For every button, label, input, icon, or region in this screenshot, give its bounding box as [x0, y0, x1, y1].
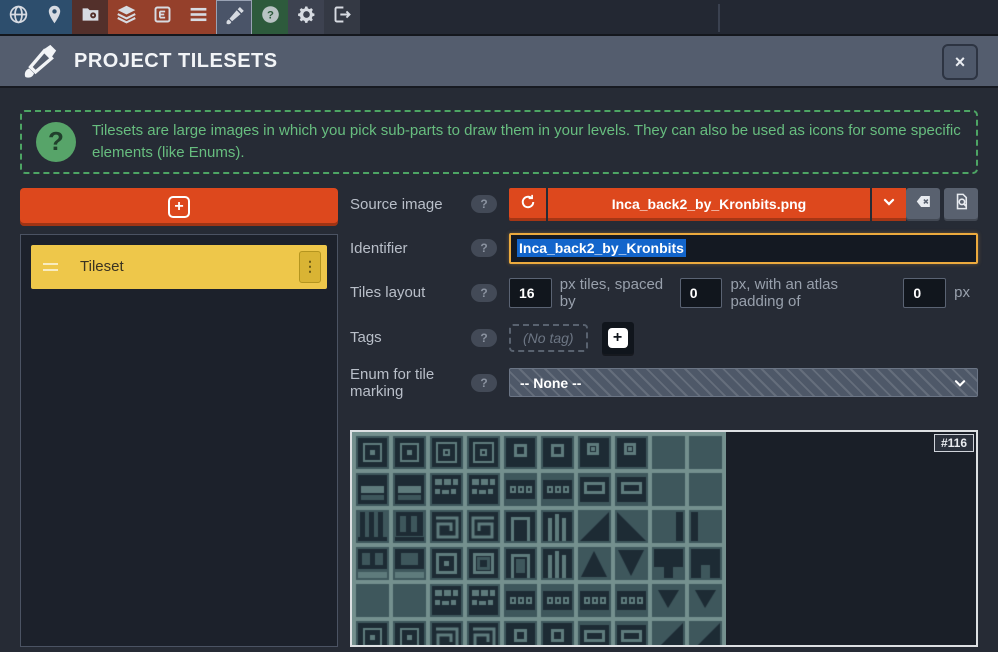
chevron-down-icon	[881, 194, 897, 215]
toolbar-separator	[718, 4, 720, 32]
source-image-label: Source image	[350, 196, 443, 213]
exit-icon	[332, 4, 353, 30]
tileset-preview-canvas[interactable]	[352, 432, 726, 647]
gear-icon	[296, 4, 317, 30]
svg-text:?: ?	[267, 9, 274, 21]
tiles-layout-label: Tiles layout	[350, 284, 425, 301]
source-image-path-button[interactable]: Inca_back2_by_Kronbits.png	[548, 188, 870, 221]
tile-spacing-input[interactable]: 0	[680, 278, 723, 308]
identifier-label: Identifier	[350, 240, 408, 257]
exit-button[interactable]	[324, 0, 360, 34]
tags-row: Tags ? (No tag) +	[350, 322, 978, 354]
identifier-row: Identifier ? Inca_back2_by_Kronbits	[350, 233, 978, 264]
help-text: Tilesets are large images in which you p…	[92, 120, 962, 164]
tileset-preview[interactable]: #116	[350, 430, 978, 647]
help-badge[interactable]: ?	[471, 329, 497, 347]
tiles-layout-text: px, with an atlas padding of	[730, 276, 895, 310]
main-toolbar: ?	[0, 0, 998, 36]
backspace-clear-icon	[914, 192, 933, 216]
enums-button[interactable]	[180, 0, 216, 34]
enum-marking-label: Enum for tile marking	[350, 366, 471, 400]
item-menu-button[interactable]: ⋮	[299, 251, 321, 283]
tileset-list: Tileset ⋮	[20, 234, 338, 647]
tilesets-button[interactable]	[216, 0, 252, 34]
tileset-form: Source image ? Inca_back2_by_Kronbits.pn…	[350, 188, 978, 647]
vertical-dots-icon: ⋮	[303, 258, 317, 275]
project-settings-button[interactable]	[72, 0, 108, 34]
enum-marking-select[interactable]: -- None --	[509, 368, 978, 397]
levels-button[interactable]	[36, 0, 72, 34]
tags-label: Tags	[350, 329, 382, 346]
list-icon	[188, 4, 209, 30]
help-badge[interactable]: ?	[471, 284, 497, 302]
tile-count-badge: #116	[934, 434, 974, 452]
reload-image-button[interactable]	[509, 188, 546, 221]
entity-icon	[152, 4, 173, 30]
help-button[interactable]: ?	[252, 0, 288, 34]
panel-header: PROJECT TILESETS ×	[0, 36, 998, 88]
help-badge[interactable]: ?	[471, 374, 497, 392]
file-search-icon	[952, 192, 971, 216]
clear-image-button[interactable]	[906, 188, 940, 221]
help-badge[interactable]: ?	[471, 195, 497, 213]
settings-button[interactable]	[288, 0, 324, 34]
main-content: + Tileset ⋮ Source image ?	[0, 188, 998, 647]
atlas-padding-input[interactable]: 0	[903, 278, 946, 308]
tileset-list-panel: + Tileset ⋮	[20, 188, 338, 647]
refresh-icon	[519, 193, 537, 216]
source-image-dropdown-button[interactable]	[872, 188, 906, 221]
plus-icon: +	[608, 328, 628, 348]
tiles-layout-text: px tiles, spaced by	[560, 276, 672, 310]
source-image-row: Source image ? Inca_back2_by_Kronbits.pn…	[350, 188, 978, 221]
chevron-down-icon	[953, 376, 967, 390]
entities-button[interactable]	[144, 0, 180, 34]
question-circle-icon: ?	[36, 122, 76, 162]
enum-selected-value: -- None --	[520, 375, 581, 391]
question-icon: ?	[260, 4, 281, 30]
world-button[interactable]	[0, 0, 36, 34]
help-box: ? Tilesets are large images in which you…	[20, 110, 978, 174]
drag-handle-icon[interactable]	[43, 263, 58, 271]
identifier-selected-text: Inca_back2_by_Kronbits	[517, 239, 686, 257]
tileset-item-label: Tileset	[80, 258, 299, 275]
tile-size-input[interactable]: 16	[509, 278, 552, 308]
enum-marking-row: Enum for tile marking ? -- None --	[350, 366, 978, 400]
page-title: PROJECT TILESETS	[74, 50, 278, 73]
layers-icon	[116, 4, 137, 30]
globe-icon	[8, 4, 29, 30]
paintbrush-icon	[224, 5, 245, 31]
tiles-layout-row: Tiles layout ? 16 px tiles, spaced by 0 …	[350, 276, 978, 310]
no-tag-placeholder: (No tag)	[509, 324, 588, 352]
paintbrush-title-icon	[20, 41, 60, 81]
help-badge[interactable]: ?	[471, 239, 497, 257]
add-tag-button[interactable]: +	[602, 322, 634, 354]
tileset-list-item[interactable]: Tileset ⋮	[31, 245, 327, 289]
close-button[interactable]: ×	[942, 44, 978, 80]
plus-icon: +	[168, 196, 190, 218]
identifier-input[interactable]: Inca_back2_by_Kronbits	[509, 233, 978, 264]
add-tileset-button[interactable]: +	[20, 188, 338, 226]
layers-button[interactable]	[108, 0, 144, 34]
map-pin-icon	[44, 4, 65, 30]
close-icon: ×	[955, 52, 966, 73]
locate-file-button[interactable]	[944, 188, 978, 221]
folder-gear-icon	[80, 4, 101, 30]
tiles-layout-text: px	[954, 284, 970, 301]
